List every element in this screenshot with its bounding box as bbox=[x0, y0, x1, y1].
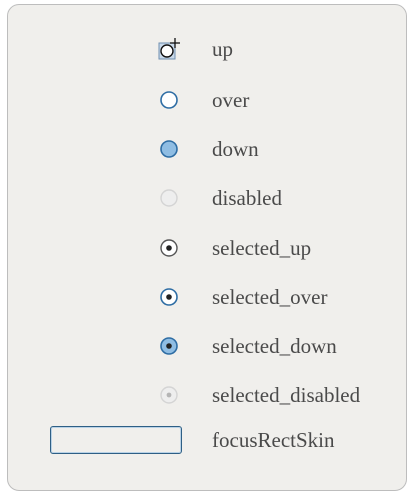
state-row-up: up bbox=[8, 34, 408, 64]
state-label-over: over bbox=[212, 88, 250, 112]
state-label-disabled: disabled bbox=[212, 186, 282, 210]
radio-down-icon bbox=[160, 140, 178, 158]
radio-selected-disabled-icon bbox=[160, 386, 178, 404]
state-row-over: over bbox=[8, 85, 408, 115]
state-row-selected-up: selected_up bbox=[8, 233, 408, 263]
radio-over-icon bbox=[160, 91, 178, 109]
state-label-selected-down: selected_down bbox=[212, 334, 337, 358]
state-label-selected-over: selected_over bbox=[212, 285, 328, 309]
state-label-up: up bbox=[212, 37, 233, 61]
state-row-disabled: disabled bbox=[8, 183, 408, 213]
state-label-focus-rect: focusRectSkin bbox=[212, 428, 335, 452]
state-label-down: down bbox=[212, 137, 259, 161]
radio-up-icon bbox=[158, 38, 180, 60]
state-row-focus-rect: focusRectSkin bbox=[8, 425, 408, 455]
state-label-selected-up: selected_up bbox=[212, 236, 312, 260]
state-row-selected-disabled: selected_disabled bbox=[8, 380, 408, 410]
state-label-selected-disabled: selected_disabled bbox=[212, 383, 361, 407]
radio-disabled-icon bbox=[160, 189, 178, 207]
focus-rect-icon bbox=[50, 426, 182, 454]
state-row-selected-down: selected_down bbox=[8, 331, 408, 361]
state-row-down: down bbox=[8, 134, 408, 164]
radio-selected-over-icon bbox=[160, 288, 178, 306]
state-row-selected-over: selected_over bbox=[8, 282, 408, 312]
radio-selected-up-icon bbox=[160, 239, 178, 257]
radio-skin-panel: up over down disabled selected_up select… bbox=[7, 4, 407, 491]
radio-selected-down-icon bbox=[160, 337, 178, 355]
